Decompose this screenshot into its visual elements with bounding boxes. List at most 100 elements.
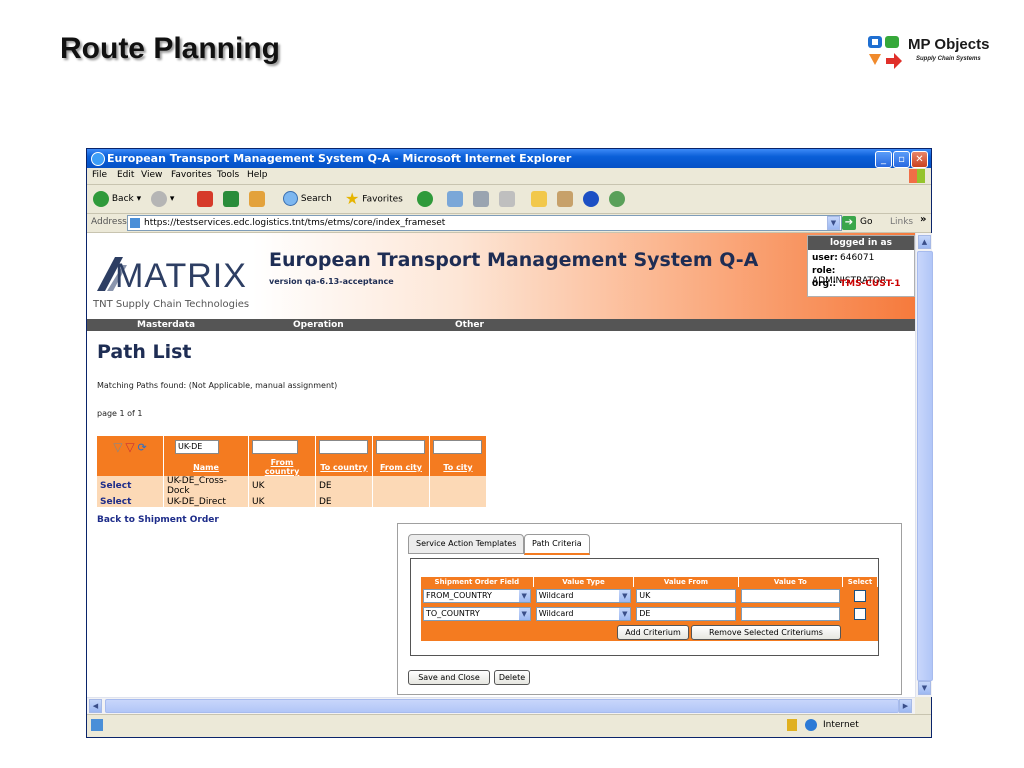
value-from-input[interactable]: UK: [636, 589, 736, 603]
nav-other[interactable]: Other: [455, 319, 484, 331]
cell-name: UK-DE_Cross-Dock: [163, 476, 249, 496]
cell-to-country: DE: [315, 496, 373, 507]
home-icon[interactable]: [249, 191, 265, 207]
filter-to-country-input[interactable]: [319, 440, 368, 454]
forward-button[interactable]: ▾: [151, 190, 174, 208]
column-header-from-country[interactable]: From country: [248, 458, 316, 476]
field-value: TO_COUNTRY: [426, 609, 480, 618]
minimize-icon[interactable]: _: [875, 151, 892, 168]
scroll-down-icon[interactable]: ▼: [918, 681, 931, 695]
filter-icon[interactable]: ▽: [113, 440, 122, 454]
chevron-right-icon[interactable]: »: [920, 214, 926, 225]
column-header-name[interactable]: Name: [163, 458, 249, 476]
cell-from-country: UK: [248, 496, 316, 507]
history-icon[interactable]: [417, 191, 433, 207]
page-info: page 1 of 1: [97, 409, 143, 418]
select-link[interactable]: Select: [97, 476, 164, 496]
slide-title: Route Planning: [60, 32, 280, 65]
value-type-value: Wildcard: [538, 609, 574, 618]
scroll-right-icon[interactable]: ▶: [899, 699, 912, 713]
add-criterium-button[interactable]: Add Criterium: [617, 625, 689, 640]
menu-favorites[interactable]: Favorites: [171, 170, 212, 180]
close-icon[interactable]: ✕: [911, 151, 928, 168]
cell-to-country: DE: [315, 476, 373, 496]
stop-icon[interactable]: [197, 191, 213, 207]
horizontal-scroll-thumb[interactable]: [105, 699, 899, 713]
matching-paths-text: Matching Paths found: (Not Applicable, m…: [97, 381, 338, 390]
delete-button[interactable]: Delete: [494, 670, 530, 685]
scroll-up-icon[interactable]: ▲: [918, 235, 931, 249]
login-info: logged in as user: 646071 role:ADMINISTRA…: [807, 235, 915, 297]
search-button[interactable]: Search: [283, 190, 332, 208]
back-button[interactable]: Back ▾: [93, 190, 141, 208]
maximize-icon[interactable]: ▫: [893, 151, 910, 168]
print-icon[interactable]: [473, 191, 489, 207]
chevron-down-icon[interactable]: ▼: [619, 590, 631, 602]
select-checkbox[interactable]: [854, 590, 866, 602]
refresh-icon[interactable]: [223, 191, 239, 207]
links-button[interactable]: Links: [890, 217, 913, 227]
address-dropdown-icon[interactable]: ▼: [827, 216, 840, 230]
logo-tagline: Supply Chain Systems: [916, 56, 981, 62]
menu-bar: File Edit View Favorites Tools Help: [87, 168, 931, 185]
page-status-icon: [91, 719, 103, 731]
filter-to-city-input[interactable]: [433, 440, 482, 454]
path-table: ▽ ▽ ⟳ UK-DE Name From country To country…: [97, 436, 487, 507]
tab-path-criteria[interactable]: Path Criteria: [524, 534, 590, 555]
refresh-list-icon[interactable]: ⟳: [138, 441, 147, 454]
chevron-down-icon[interactable]: ▼: [518, 590, 530, 602]
mail-icon[interactable]: [447, 191, 463, 207]
forward-arrow-icon: [151, 190, 167, 207]
menu-view[interactable]: View: [141, 170, 162, 180]
horizontal-scrollbar[interactable]: ◀ ▶: [87, 697, 915, 714]
go-button[interactable]: Go: [860, 217, 872, 227]
select-checkbox[interactable]: [854, 608, 866, 620]
research-icon[interactable]: [557, 191, 573, 207]
chevron-down-icon[interactable]: ▼: [518, 608, 530, 620]
value-to-input[interactable]: [740, 607, 841, 621]
column-header-to-country[interactable]: To country: [315, 458, 373, 476]
menu-file[interactable]: File: [92, 170, 107, 180]
go-arrow-icon[interactable]: ➔: [842, 216, 856, 230]
login-org: org.: TMS-CUST-1: [812, 279, 901, 289]
column-header-select: Select: [842, 577, 878, 587]
value-from-input[interactable]: DE: [636, 607, 736, 621]
vertical-scroll-thumb[interactable]: [917, 251, 933, 681]
folder-icon[interactable]: [531, 191, 547, 207]
chevron-down-icon[interactable]: ▼: [619, 608, 631, 620]
nav-masterdata[interactable]: Masterdata: [137, 319, 195, 331]
filter-from-city-input[interactable]: [376, 440, 425, 454]
criteria-actions-row: Add Criterium Remove Selected Criteriums: [421, 623, 878, 641]
value-type-select[interactable]: Wildcard ▼: [535, 607, 632, 621]
messenger-icon[interactable]: [609, 191, 625, 207]
menu-edit[interactable]: Edit: [117, 170, 134, 180]
remove-selected-criteriums-button[interactable]: Remove Selected Criteriums: [691, 625, 841, 640]
app-version: version qa-6.13-acceptance: [269, 277, 394, 286]
address-input[interactable]: https://testservices.edc.logistics.tnt/t…: [127, 215, 842, 231]
column-header-to-city[interactable]: To city: [429, 458, 487, 476]
clear-filter-icon[interactable]: ▽: [125, 440, 134, 454]
scroll-left-icon[interactable]: ◀: [89, 699, 102, 713]
bluetooth-icon[interactable]: [583, 191, 599, 207]
column-header-from-city[interactable]: From city: [372, 458, 430, 476]
criteria-header: Shipment Order Field Value Type Value Fr…: [421, 577, 878, 587]
value-type-select[interactable]: Wildcard ▼: [535, 589, 632, 603]
nav-operation[interactable]: Operation: [293, 319, 344, 331]
favorites-button[interactable]: ★ Favorites: [345, 190, 403, 208]
save-and-close-button[interactable]: Save and Close: [408, 670, 490, 685]
value-to-input[interactable]: [740, 589, 841, 603]
filter-tools: ▽ ▽ ⟳: [97, 436, 164, 458]
edit-icon[interactable]: [499, 191, 515, 207]
vertical-scrollbar[interactable]: ▲ ▼: [915, 233, 933, 697]
filter-name-input[interactable]: UK-DE: [175, 440, 219, 454]
tab-service-action-templates[interactable]: Service Action Templates: [408, 534, 525, 554]
menu-tools[interactable]: Tools: [217, 170, 239, 180]
select-link[interactable]: Select: [97, 496, 164, 507]
criteria-row: TO_COUNTRY ▼ Wildcard ▼ DE: [421, 605, 878, 623]
menu-help[interactable]: Help: [247, 170, 268, 180]
field-select[interactable]: TO_COUNTRY ▼: [423, 607, 531, 621]
filter-from-country-input[interactable]: [252, 440, 298, 454]
back-to-shipment-order-link[interactable]: Back to Shipment Order: [97, 515, 219, 525]
field-select[interactable]: FROM_COUNTRY ▼: [423, 589, 531, 603]
lock-icon: [787, 719, 797, 731]
